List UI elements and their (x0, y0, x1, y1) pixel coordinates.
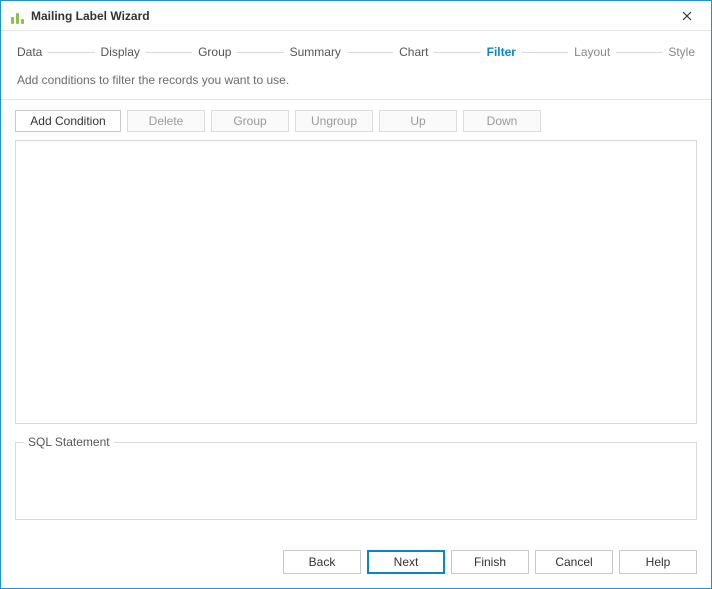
app-icon (9, 8, 25, 24)
step-separator (146, 52, 192, 53)
step-separator (237, 52, 283, 53)
wizard-window: Mailing Label Wizard Data Display Group … (0, 0, 712, 589)
group-button: Group (211, 110, 289, 132)
step-separator (48, 52, 94, 53)
step-summary[interactable]: Summary (288, 43, 343, 61)
close-button[interactable] (671, 5, 703, 27)
cancel-button[interactable]: Cancel (535, 550, 613, 574)
step-display[interactable]: Display (99, 43, 142, 61)
add-condition-button[interactable]: Add Condition (15, 110, 121, 132)
step-data[interactable]: Data (15, 43, 44, 61)
step-separator (522, 52, 568, 53)
step-layout: Layout (572, 43, 612, 61)
step-separator (347, 52, 393, 53)
sql-statement-group: SQL Statement (15, 442, 697, 520)
next-button[interactable]: Next (367, 550, 445, 574)
conditions-toolbar: Add Condition Delete Group Ungroup Up Do… (1, 100, 711, 140)
step-separator (616, 52, 662, 53)
wizard-footer: Back Next Finish Cancel Help (1, 540, 711, 588)
down-button: Down (463, 110, 541, 132)
step-style: Style (666, 43, 697, 61)
window-title: Mailing Label Wizard (31, 9, 665, 23)
step-separator (434, 52, 480, 53)
close-icon (682, 11, 692, 21)
titlebar: Mailing Label Wizard (1, 1, 711, 31)
sql-statement-label: SQL Statement (24, 435, 114, 449)
finish-button[interactable]: Finish (451, 550, 529, 574)
wizard-steps: Data Display Group Summary Chart Filter … (1, 31, 711, 69)
up-button: Up (379, 110, 457, 132)
step-group[interactable]: Group (196, 43, 233, 61)
back-button[interactable]: Back (283, 550, 361, 574)
step-description: Add conditions to filter the records you… (1, 69, 711, 99)
delete-button: Delete (127, 110, 205, 132)
ungroup-button: Ungroup (295, 110, 373, 132)
step-filter[interactable]: Filter (485, 43, 518, 61)
help-button[interactable]: Help (619, 550, 697, 574)
step-chart[interactable]: Chart (397, 43, 430, 61)
conditions-canvas[interactable] (15, 140, 697, 424)
